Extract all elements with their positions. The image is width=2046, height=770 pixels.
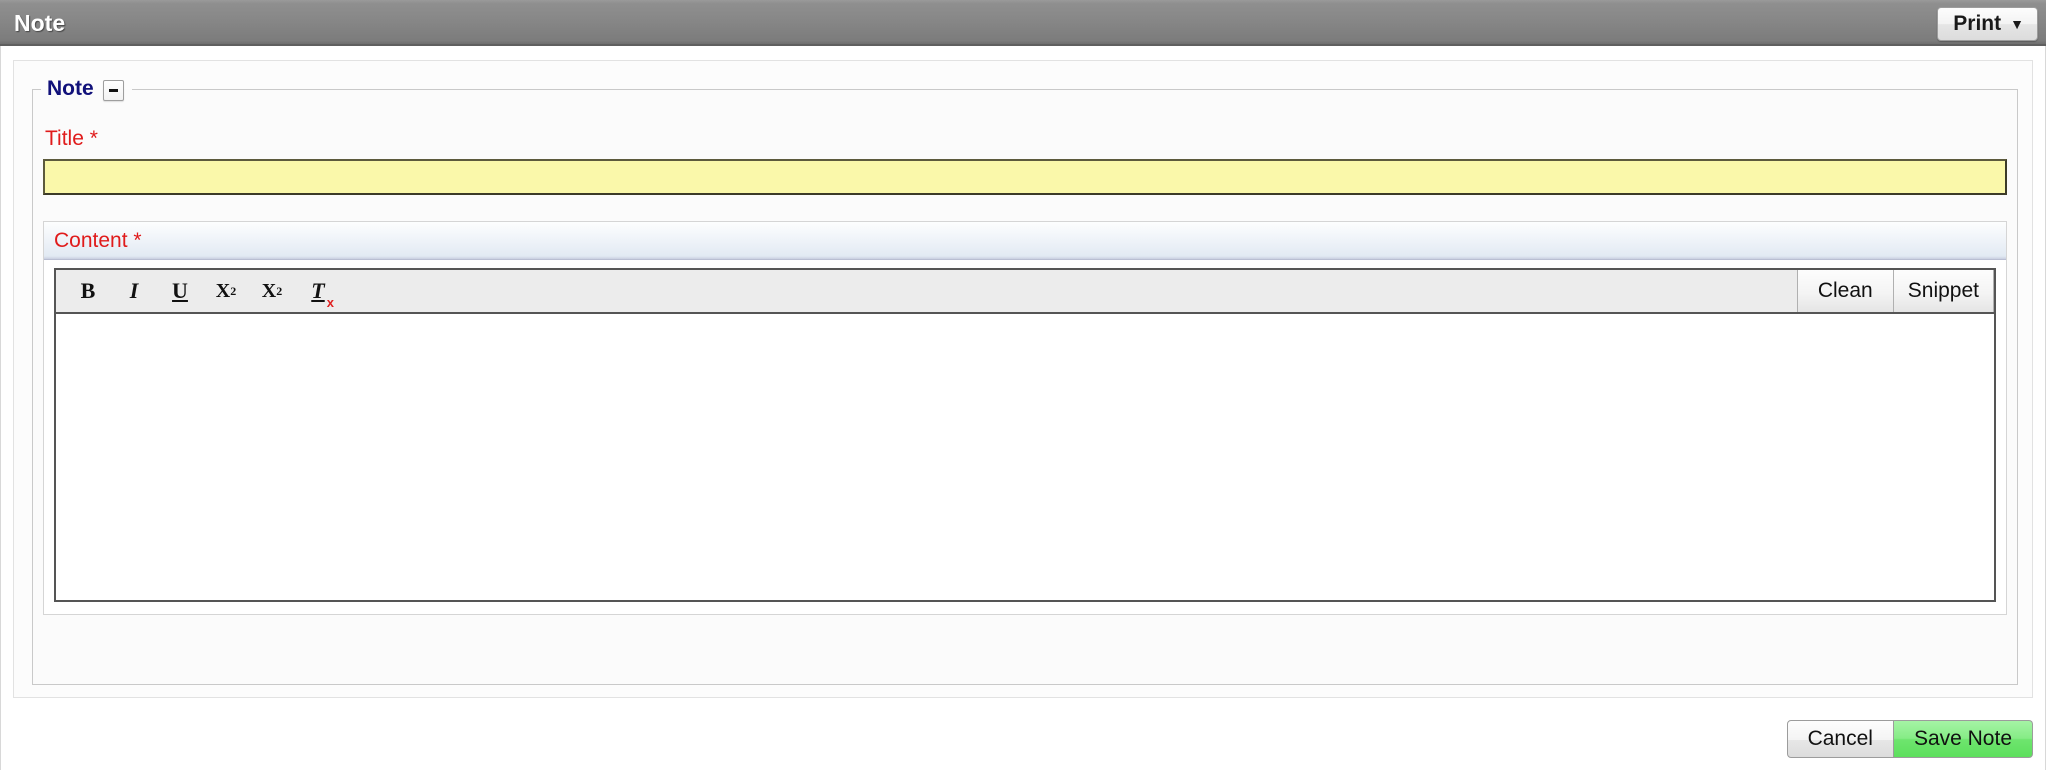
clean-button[interactable]: Clean	[1796, 270, 1893, 312]
italic-icon[interactable]: I	[116, 273, 152, 309]
print-button-label: Print	[1953, 12, 2002, 35]
content-field-label: Content *	[54, 229, 142, 253]
superscript-icon[interactable]: X2	[254, 273, 290, 309]
title-label-text: Title	[45, 127, 84, 150]
editor-toolbar: B I U X2 X2 Tx Clean Snippet	[56, 270, 1994, 314]
title-input[interactable]	[43, 159, 2007, 195]
superscript-base: X	[261, 280, 277, 302]
note-fieldset-legend-label: Note	[47, 77, 94, 100]
chevron-down-icon: ▼	[2010, 16, 2024, 32]
superscript-index: 2	[276, 284, 283, 298]
editor-tool-group: B I U X2 X2 Tx	[56, 273, 336, 310]
window-titlebar: Note Print ▼	[0, 0, 2046, 46]
remove-format-base: T	[311, 278, 325, 303]
underline-icon[interactable]: U	[162, 273, 198, 309]
snippet-button[interactable]: Snippet	[1892, 270, 1994, 312]
print-button[interactable]: Print ▼	[1937, 7, 2038, 41]
content-panel: Content * B I U X2 X2 Tx Clean Snippet	[43, 221, 2007, 615]
title-required-asterisk: *	[89, 127, 98, 150]
save-note-button[interactable]: Save Note	[1893, 720, 2033, 758]
note-panel: Note Title * Content * B I U X 2 X 2 T x…	[13, 60, 2033, 698]
subscript-index: 2	[230, 284, 237, 298]
window-title: Note	[14, 10, 66, 36]
bold-icon[interactable]: B	[70, 273, 106, 309]
page-body: Note Title * Content * B I U X 2 X 2 T x…	[0, 46, 2046, 770]
minus-icon[interactable]	[102, 79, 124, 101]
cancel-button[interactable]: Cancel	[1786, 720, 1894, 758]
subscript-icon[interactable]: X2	[208, 273, 244, 309]
note-fieldset: Note Title * Content * B I U X 2 X 2 T x…	[32, 77, 2018, 685]
content-header: Content *	[44, 222, 2006, 260]
note-form: Title * Content * B I U X 2 X 2 T x Clea…	[43, 127, 2007, 676]
form-actions: Cancel Save Note	[1786, 720, 2033, 758]
remove-format-x: x	[326, 295, 334, 310]
subscript-base: X	[215, 280, 231, 302]
note-fieldset-legend: Note	[41, 77, 132, 101]
content-editor-area[interactable]	[56, 314, 1994, 600]
content-label-text: Content	[54, 228, 128, 252]
content-required-asterisk: *	[133, 228, 142, 252]
rich-text-editor: B I U X2 X2 Tx Clean Snippet	[54, 268, 1996, 602]
title-field-label: Title *	[45, 127, 2007, 151]
remove-format-icon[interactable]: Tx	[300, 273, 336, 310]
editor-toolbar-right: Clean Snippet	[1796, 270, 1994, 312]
